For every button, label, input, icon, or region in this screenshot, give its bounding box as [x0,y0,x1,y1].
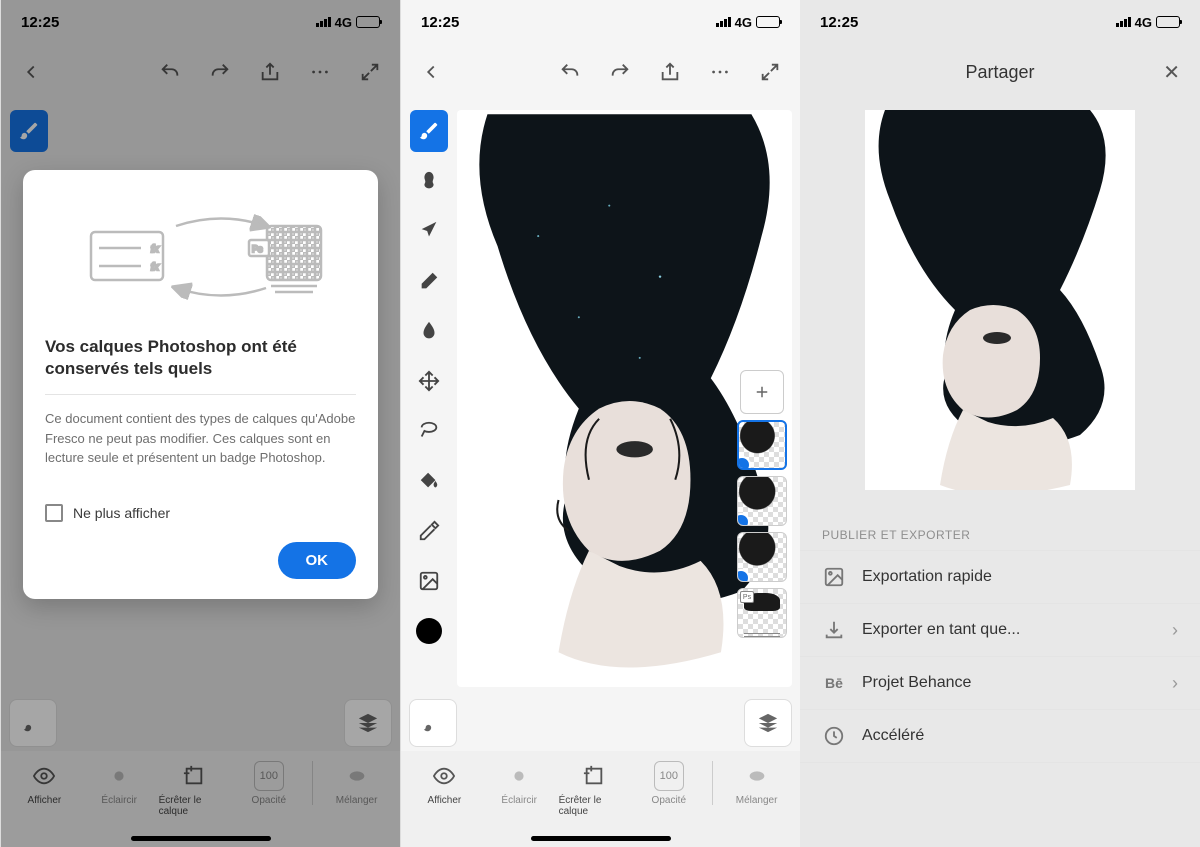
fill-tool-icon[interactable] [410,460,448,502]
image-tool-icon[interactable] [410,560,448,602]
side-toolbar [409,110,449,644]
modal-title: Vos calques Photoshop ont été conservés … [45,336,356,380]
layer-thumb-4[interactable]: Ps [737,588,787,638]
add-layer-button[interactable] [740,370,784,414]
layer-thumb-1[interactable] [737,420,787,470]
share-header: Partager ✕ [800,44,1200,100]
share-title: Partager [965,62,1034,83]
behance-icon: Bē [822,671,846,695]
status-indicators: 4G [716,15,780,30]
dont-show-label: Ne plus afficher [73,505,170,521]
share-icon[interactable] [658,60,682,84]
bottom-ecreter[interactable]: Écrêter le calque [559,761,630,817]
quick-export-label: Exportation rapide [862,568,992,586]
eraser-tool-icon[interactable] [410,260,448,302]
screen-share: 12:25 4G Partager ✕ PUBLIER ET EXPORTER … [800,0,1200,847]
behance-label: Projet Behance [862,674,971,692]
undo-icon[interactable] [558,60,582,84]
vector-brush-tool-icon[interactable] [410,210,448,252]
signal-icon [716,17,731,27]
top-toolbar [401,44,800,100]
back-icon[interactable] [419,60,443,84]
share-preview [865,110,1135,490]
more-icon[interactable] [708,60,732,84]
eyedropper-tool-icon[interactable] [410,510,448,552]
checkbox[interactable] [45,504,63,522]
status-time: 12:25 [421,14,459,31]
move-tool-icon[interactable] [410,360,448,402]
network-label: 4G [1135,15,1152,30]
bottom-eclaircir[interactable]: Éclaircir [484,761,555,806]
modal-body: Ce document contient des types de calque… [45,409,356,468]
svg-text:Ps: Ps [252,244,263,254]
status-time: 12:25 [820,14,858,31]
modal-illustration: fx fx Ps [45,196,356,316]
battery-icon [1156,16,1180,28]
status-bar: 12:25 4G [800,0,1200,44]
svg-text:fx: fx [151,262,160,273]
export-as-item[interactable]: Exporter en tant que... › [800,604,1200,657]
home-indicator[interactable] [531,836,671,841]
image-icon [822,565,846,589]
screen-editor: 12:25 4G [400,0,800,847]
section-label: PUBLIER ET EXPORTER [800,520,1200,550]
screen-modal: 12:25 4G Afficher Éclaircir Écrêter le c… [0,0,400,847]
signal-icon [1116,17,1131,27]
behance-item[interactable]: Bē Projet Behance › [800,657,1200,710]
timelapse-label: Accéléré [862,727,924,745]
export-as-label: Exporter en tant que... [862,621,1020,639]
fullscreen-icon[interactable] [758,60,782,84]
layers-toggle-icon[interactable] [744,699,792,747]
bottom-afficher[interactable]: Afficher [409,761,480,806]
brush-settings-icon[interactable] [409,699,457,747]
pixel-brush-tool-icon[interactable] [410,110,448,152]
clock-icon [822,724,846,748]
modal-dont-show-row[interactable]: Ne plus afficher [45,504,356,522]
smudge-tool-icon[interactable] [410,310,448,352]
layer-thumb-2[interactable] [737,476,787,526]
close-icon[interactable]: ✕ [1163,60,1180,85]
lasso-tool-icon[interactable] [410,410,448,452]
ps-label: Ps [740,591,754,603]
chevron-right-icon: › [1172,673,1178,694]
chevron-right-icon: › [1172,620,1178,641]
download-icon [822,618,846,642]
photoshop-layers-modal: fx fx Ps Vos calques Photoshop ont été c… [23,170,378,599]
timelapse-item[interactable]: Accéléré [800,710,1200,763]
redo-icon[interactable] [608,60,632,84]
ok-button[interactable]: OK [278,542,357,579]
battery-icon [756,16,780,28]
bottom-opacite[interactable]: 100Opacité [633,761,704,806]
quick-export-item[interactable]: Exportation rapide [800,550,1200,604]
share-list: Exportation rapide Exporter en tant que.… [800,550,1200,763]
layers-panel: Ps [732,370,792,638]
bottom-widgets [409,699,792,747]
network-label: 4G [735,15,752,30]
layer-thumb-3[interactable] [737,532,787,582]
live-brush-tool-icon[interactable] [410,160,448,202]
status-indicators: 4G [1116,15,1180,30]
color-chip[interactable] [416,618,442,644]
status-bar: 12:25 4G [401,0,800,44]
bottom-bar: Afficher Éclaircir Écrêter le calque 100… [401,751,800,847]
bottom-melanger[interactable]: Mélanger [721,761,792,806]
svg-text:fx: fx [151,244,160,255]
